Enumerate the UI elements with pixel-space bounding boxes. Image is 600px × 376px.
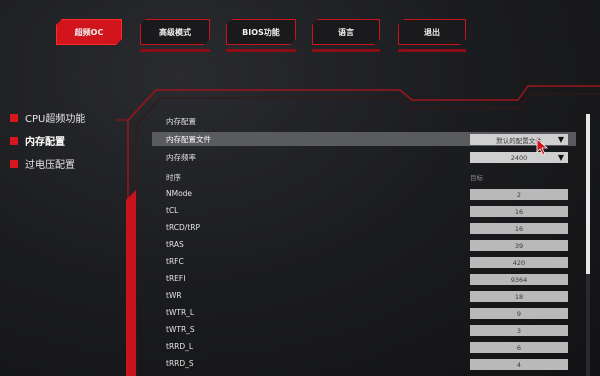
tab-underline <box>140 49 210 52</box>
timing-row-twtr-s[interactable]: tWTR_S 3 <box>152 323 576 337</box>
tab-overclock[interactable]: 超频OC <box>56 19 122 45</box>
timing-row-trrd-s[interactable]: tRRD_S 4 <box>152 357 576 371</box>
timing-row-twtr-l[interactable]: tWTR_L 9 <box>152 306 576 320</box>
timing-label: NMode <box>166 189 193 198</box>
tab-language[interactable]: 语言 <box>312 19 380 45</box>
timing-label: tRAS <box>166 240 184 249</box>
timing-row-trfc[interactable]: tRFC 420 <box>152 255 576 269</box>
memory-profile-label: 内存配置文件 <box>166 135 211 144</box>
sidebar-item-overvoltage[interactable]: 过电压配置 <box>10 156 75 171</box>
timing-value-field[interactable]: 9364 <box>470 274 568 285</box>
timing-value-field[interactable]: 18 <box>470 291 568 302</box>
timing-row-tcl[interactable]: tCL 16 <box>152 204 576 218</box>
top-nav: 超频OC 高级模式 BIOS功能 语言 退出 <box>0 0 600 64</box>
timing-value-field[interactable]: 420 <box>470 257 568 268</box>
red-square-icon <box>10 113 18 122</box>
sidebar-item-memory-config[interactable]: 内存配置 <box>10 133 65 148</box>
timing-label: tCL <box>166 206 179 215</box>
timing-row-trcd-trp[interactable]: tRCD/tRP 16 <box>152 221 576 235</box>
timing-label: tRRD_S <box>166 359 194 368</box>
timing-label: tWTR_S <box>166 325 195 334</box>
timing-row-trrd-l[interactable]: tRRD_L 6 <box>152 340 576 354</box>
memory-profile-row[interactable]: 内存配置文件 默认的配置文件 ▼ <box>152 132 576 146</box>
timing-row-tras[interactable]: tRAS 39 <box>152 238 576 252</box>
timing-value-field[interactable]: 16 <box>470 223 568 234</box>
tab-bios-features[interactable]: BIOS功能 <box>226 19 296 45</box>
memory-profile-select[interactable]: 默认的配置文件 ▼ <box>470 134 568 145</box>
section-title: 内存配置 <box>152 114 576 128</box>
tab-underline <box>312 49 380 52</box>
triangle-down-icon: ▼ <box>557 135 564 144</box>
red-square-icon <box>10 159 18 168</box>
timing-header-row: 时序 目标 <box>152 170 576 184</box>
timing-value-field[interactable]: 2 <box>470 189 568 200</box>
section-title-label: 内存配置 <box>166 117 196 126</box>
memory-profile-value: 默认的配置文件 <box>496 136 542 145</box>
sidebar-item-cpu-overclock[interactable]: CPU超频功能 <box>10 110 85 125</box>
triangle-down-icon: ▼ <box>557 153 564 162</box>
tab-underline <box>398 49 466 52</box>
sidebar-item-label: CPU超频功能 <box>25 114 86 125</box>
timing-label: tWTR_L <box>166 308 195 317</box>
sidebar-item-label: 内存配置 <box>25 137 65 148</box>
scrollbar-thumb[interactable] <box>586 114 590 274</box>
timing-value-field[interactable]: 16 <box>470 206 568 217</box>
timing-value-field[interactable]: 3 <box>470 325 568 336</box>
sidebar-item-label: 过电压配置 <box>25 160 75 171</box>
timing-row-twr[interactable]: tWR 18 <box>152 289 576 303</box>
timing-label: tREFI <box>166 274 186 283</box>
mouse-pointer-icon <box>536 138 549 156</box>
timing-label: tWR <box>166 291 182 300</box>
timing-value-field[interactable]: 6 <box>470 342 568 353</box>
tab-exit[interactable]: 退出 <box>398 19 466 45</box>
tab-underline <box>226 49 296 52</box>
memory-frequency-label: 内存频率 <box>166 153 196 162</box>
red-square-icon <box>10 136 18 145</box>
timing-row-nmode[interactable]: NMode 2 <box>152 187 576 201</box>
timing-label: tRCD/tRP <box>166 223 200 232</box>
timing-value-field[interactable]: 4 <box>470 359 568 370</box>
timing-header: 时序 <box>166 173 181 182</box>
target-header: 目标 <box>470 174 483 182</box>
timing-label: tRRD_L <box>166 342 194 351</box>
memory-frequency-row[interactable]: 内存频率 2400 ▼ <box>152 150 576 164</box>
tab-advanced[interactable]: 高级模式 <box>140 19 210 45</box>
memory-frequency-select[interactable]: 2400 ▼ <box>470 152 568 163</box>
timing-value-field[interactable]: 9 <box>470 308 568 319</box>
memory-frequency-value: 2400 <box>510 153 528 162</box>
timing-value-field[interactable]: 39 <box>470 240 568 251</box>
timing-row-trefi[interactable]: tREFI 9364 <box>152 272 576 286</box>
timing-label: tRFC <box>166 257 184 266</box>
